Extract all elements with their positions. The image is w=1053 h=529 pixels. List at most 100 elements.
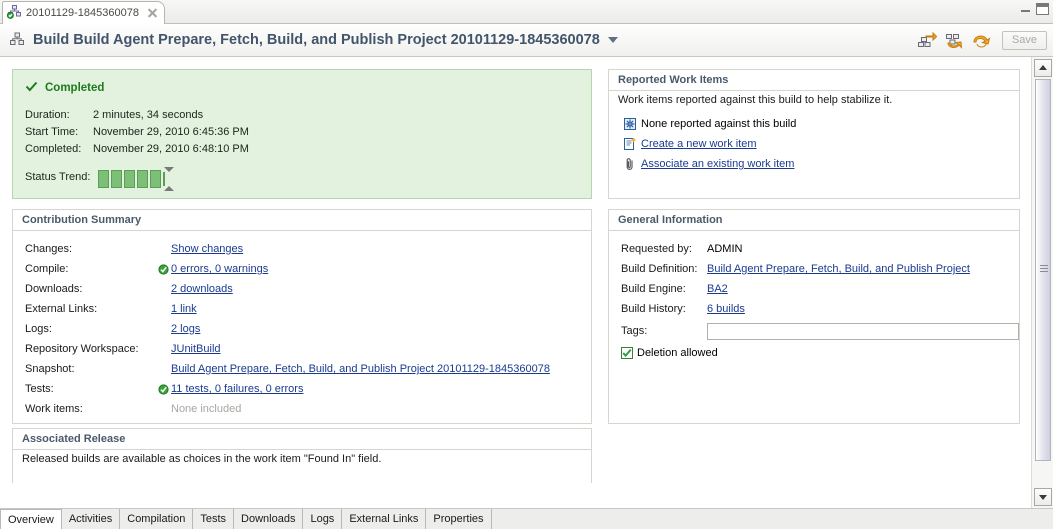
editor-body: Completed Duration: 2 minutes, 34 second… (0, 57, 1053, 508)
build-icon (9, 31, 25, 50)
build-engine-link[interactable]: BA2 (707, 283, 728, 295)
status-value: 2 minutes, 34 seconds (93, 109, 204, 121)
status-trend-bars[interactable] (98, 167, 175, 191)
work-item-row-create: Create a new work item (619, 134, 1019, 154)
status-title: Completed (25, 80, 591, 96)
page-tab-bar: Overview Activities Compilation Tests Do… (0, 508, 1053, 529)
status-value: November 29, 2010 6:48:10 PM (93, 143, 249, 155)
general-row-build-definition: Build Definition: Build Agent Prepare, F… (621, 259, 1019, 279)
summary-row-external-links: External Links: 1 link (25, 299, 591, 319)
tab-compilation[interactable]: Compilation (120, 509, 194, 529)
downloads-link[interactable]: 2 downloads (171, 283, 233, 295)
scrollbar-thumb[interactable] (1035, 79, 1051, 461)
create-work-item-link[interactable]: Create a new work item (641, 138, 757, 150)
logs-link[interactable]: 2 logs (171, 323, 200, 335)
summary-row-work-items: Work items: None included (25, 399, 591, 419)
tab-overview[interactable]: Overview (0, 509, 62, 529)
status-row-start-time: Start Time: November 29, 2010 6:45:36 PM (25, 124, 591, 141)
reported-work-items-section: Reported Work Items Work items reported … (608, 69, 1020, 199)
tab-downloads[interactable]: Downloads (234, 509, 304, 529)
status-detail-rows: Duration: 2 minutes, 34 seconds Start Ti… (25, 107, 591, 158)
trend-bar (150, 170, 162, 188)
requested-by-value: ADMIN (707, 243, 743, 255)
status-key: Start Time: (25, 126, 79, 138)
deletion-allowed-row[interactable]: Deletion allowed (621, 347, 1019, 359)
trend-bar (111, 170, 123, 188)
work-item-row-none: None reported against this build (619, 114, 1019, 134)
minimize-icon[interactable] (1020, 3, 1031, 13)
editor-tab-strip: 20101129-1845360078 (0, 0, 1053, 24)
trend-current-marker (163, 167, 175, 191)
build-definition-link[interactable]: Build Agent Prepare, Fetch, Build, and P… (707, 263, 970, 275)
build-history-link[interactable]: 6 builds (707, 303, 745, 315)
show-changes-link[interactable]: Show changes (171, 243, 243, 255)
general-row-tags: Tags: (621, 319, 1019, 343)
vertical-scrollbar[interactable] (1031, 57, 1053, 508)
general-information-title: General Information (609, 210, 1019, 231)
trend-bar (137, 170, 149, 188)
deletion-allowed-label: Deletion allowed (637, 347, 718, 359)
editor-tab-build-result[interactable]: 20101129-1845360078 (2, 1, 165, 24)
compile-result-link[interactable]: 0 errors, 0 warnings (171, 263, 268, 275)
summary-key: Tests: (25, 383, 54, 395)
reported-work-items-description: Work items reported against this build t… (618, 94, 893, 106)
tab-external-links[interactable]: External Links (342, 509, 427, 529)
tab-properties[interactable]: Properties (426, 509, 492, 529)
trend-bar (124, 170, 136, 188)
header-toolbar: Save (917, 24, 1047, 57)
tags-input[interactable] (707, 322, 1019, 340)
marker-bottom-triangle-icon (164, 186, 175, 191)
contribution-summary-title: Contribution Summary (13, 210, 591, 231)
tab-activities[interactable]: Activities (62, 509, 121, 529)
tests-result-link[interactable]: 11 tests, 0 failures, 0 errors (171, 383, 303, 395)
summary-key: Snapshot: (25, 363, 75, 375)
general-key: Build Engine: (621, 283, 686, 295)
external-links-link[interactable]: 1 link (171, 303, 197, 315)
summary-key: Logs: (25, 323, 52, 335)
status-key: Duration: (25, 109, 70, 121)
refresh-build-icon[interactable] (944, 31, 964, 51)
work-item-row-associate: Associate an existing work item (619, 154, 1019, 174)
snapshot-link[interactable]: Build Agent Prepare, Fetch, Build, and P… (171, 363, 550, 375)
save-button[interactable]: Save (1001, 31, 1047, 50)
summary-key: Downloads: (25, 283, 83, 295)
work-item-none-label: None reported against this build (641, 118, 797, 130)
associated-release-description: Released builds are available as choices… (22, 453, 382, 465)
summary-key: Repository Workspace: (25, 343, 139, 355)
summary-row-changes: Changes: Show changes (25, 239, 591, 259)
close-icon[interactable] (146, 7, 158, 19)
status-ok-icon (155, 263, 171, 275)
associated-release-title: Associated Release (13, 429, 591, 450)
chevron-down-icon[interactable] (607, 37, 618, 43)
summary-key: Changes: (25, 243, 73, 255)
tab-logs[interactable]: Logs (303, 509, 343, 529)
status-state-label: Completed (45, 82, 105, 94)
build-result-editor: 20101129-1845360078 Build Build Agent Pr… (0, 0, 1053, 529)
contribution-summary-section: Contribution Summary Changes: Show chang… (12, 209, 592, 424)
undo-icon[interactable] (971, 31, 991, 51)
page-title: Build Build Agent Prepare, Fetch, Build,… (33, 32, 600, 48)
summary-row-repository-workspace: Repository Workspace: JUnitBuild (25, 339, 591, 359)
maximize-icon[interactable] (1036, 3, 1049, 15)
tab-tests[interactable]: Tests (193, 509, 235, 529)
paperclip-icon (619, 157, 641, 171)
summary-key: External Links: (25, 303, 98, 315)
scroll-up-icon[interactable] (1034, 59, 1052, 77)
status-key: Completed: (25, 143, 82, 155)
status-ok-icon (155, 383, 171, 395)
associate-work-item-link[interactable]: Associate an existing work item (641, 158, 794, 170)
deletion-allowed-checkbox[interactable] (621, 347, 633, 359)
build-status-panel: Completed Duration: 2 minutes, 34 second… (12, 69, 592, 199)
summary-row-compile: Compile: 0 errors, 0 warnings (25, 259, 591, 279)
work-item-icon (619, 117, 641, 131)
summary-row-logs: Logs: 2 logs (25, 319, 591, 339)
editor-tab-label: 20101129-1845360078 (26, 7, 139, 19)
general-row-build-history: Build History: 6 builds (621, 299, 1019, 319)
new-work-item-icon (619, 137, 641, 151)
request-build-icon[interactable] (917, 31, 938, 51)
trend-bar (98, 170, 110, 188)
scroll-down-icon[interactable] (1034, 488, 1052, 506)
overview-canvas: Completed Duration: 2 minutes, 34 second… (0, 57, 1031, 508)
summary-key: Work items: (25, 403, 83, 415)
repository-workspace-link[interactable]: JUnitBuild (171, 343, 221, 355)
